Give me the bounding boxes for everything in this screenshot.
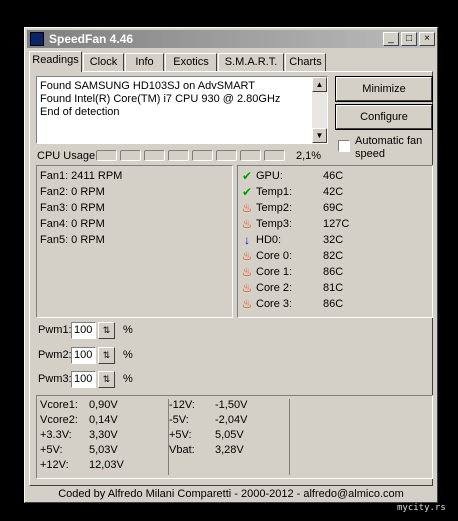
pwm-unit: % bbox=[123, 324, 133, 336]
cpu-core-meter bbox=[216, 150, 237, 161]
tab-clock[interactable]: Clock bbox=[83, 53, 124, 71]
fan-reading: Fan4: 0 RPM bbox=[40, 218, 105, 230]
automatic-fan-speed-checkbox[interactable] bbox=[338, 140, 350, 152]
temperature-value: 82C bbox=[323, 250, 344, 262]
detection-log[interactable]: Found SAMSUNG HD103SJ on AdvSMART Found … bbox=[36, 76, 328, 144]
cpu-core-meter bbox=[264, 150, 285, 161]
voltage-value: 3,28V bbox=[215, 444, 244, 456]
scroll-up-icon[interactable]: ▲ bbox=[312, 77, 327, 92]
window-title: SpeedFan 4.46 bbox=[49, 32, 134, 46]
cpu-core-meter bbox=[96, 150, 117, 161]
voltage-divider bbox=[289, 399, 290, 475]
cpu-core-meter bbox=[192, 150, 213, 161]
voltage-name: Vcore1: bbox=[40, 399, 78, 411]
flame-icon: ♨ bbox=[241, 297, 253, 311]
configure-button[interactable]: Configure bbox=[335, 104, 433, 130]
speedfan-window: SpeedFan 4.46 _ □ × Readings Clock Info … bbox=[24, 27, 438, 503]
voltage-value: 0,14V bbox=[89, 414, 118, 426]
cpu-usage-label: CPU Usage bbox=[37, 150, 96, 162]
temperature-name: Temp1: bbox=[256, 186, 293, 198]
close-window-button[interactable]: × bbox=[419, 32, 435, 46]
credits-status-bar: Coded by Alfredo Milani Comparetti - 200… bbox=[58, 488, 404, 500]
minimize-button[interactable]: Minimize bbox=[335, 76, 433, 102]
voltage-value: 3,30V bbox=[89, 429, 118, 441]
voltage-name: Vbat: bbox=[169, 444, 195, 456]
voltage-value: 5,03V bbox=[89, 444, 118, 456]
fan-reading: Fan2: 0 RPM bbox=[40, 186, 105, 198]
temperature-name: Temp2: bbox=[256, 202, 293, 214]
automatic-fan-speed-label: Automatic fan speed bbox=[355, 135, 423, 160]
maximize-window-button[interactable]: □ bbox=[401, 32, 417, 46]
temperature-value: 46C bbox=[323, 170, 344, 182]
flame-icon: ♨ bbox=[241, 281, 253, 295]
log-line: Found SAMSUNG HD103SJ on AdvSMART bbox=[40, 80, 255, 92]
temperature-value: 42C bbox=[323, 186, 344, 198]
flame-icon: ♨ bbox=[241, 217, 253, 231]
cpu-core-meter bbox=[120, 150, 141, 161]
temperature-name: HD0: bbox=[256, 234, 282, 246]
log-line: Found Intel(R) Core(TM) i7 CPU 930 @ 2.8… bbox=[40, 93, 281, 105]
temperature-name: Core 1: bbox=[256, 266, 293, 278]
pwm3-spinner[interactable]: ⇅ bbox=[98, 371, 115, 388]
temperature-value: 127C bbox=[323, 218, 350, 230]
pwm1-spinner[interactable]: ⇅ bbox=[98, 322, 115, 339]
log-line: End of detection bbox=[40, 106, 120, 118]
tab-exotics[interactable]: Exotics bbox=[165, 53, 217, 71]
temperature-name: Core 3: bbox=[256, 298, 293, 310]
temperature-value: 81C bbox=[323, 282, 344, 294]
pwm-label: Pwm1: bbox=[38, 324, 72, 336]
pwm2-input[interactable]: 100 bbox=[71, 347, 96, 364]
temperature-value: 86C bbox=[323, 266, 344, 278]
voltage-value: -1,50V bbox=[215, 399, 248, 411]
check-icon: ✔ bbox=[241, 169, 253, 183]
check-icon: ✔ bbox=[241, 185, 253, 199]
voltage-name: -12V: bbox=[169, 399, 195, 411]
cpu-core-meter bbox=[168, 150, 189, 161]
pwm-label: Pwm3: bbox=[38, 373, 72, 385]
voltage-name: +12V: bbox=[40, 459, 69, 471]
tab-smart[interactable]: S.M.A.R.T. bbox=[218, 53, 284, 71]
temperature-name: GPU: bbox=[256, 170, 283, 182]
tab-readings[interactable]: Readings bbox=[29, 51, 82, 72]
temperature-name: Temp3: bbox=[256, 218, 293, 230]
flame-icon: ♨ bbox=[241, 265, 253, 279]
fan-reading: Fan1: 2411 RPM bbox=[40, 170, 123, 182]
voltage-name: +5V: bbox=[40, 444, 63, 456]
pwm-unit: % bbox=[123, 349, 133, 361]
temperature-name: Core 2: bbox=[256, 282, 293, 294]
scroll-down-icon[interactable]: ▼ bbox=[312, 128, 327, 143]
tab-charts[interactable]: Charts bbox=[285, 53, 326, 71]
log-scrollbar[interactable]: ▲ ▼ bbox=[312, 77, 327, 143]
pwm1-input[interactable]: 100 bbox=[71, 322, 96, 339]
watermark: mycity.rs bbox=[397, 503, 446, 513]
voltage-name: Vcore2: bbox=[40, 414, 78, 426]
cpu-core-meter bbox=[144, 150, 165, 161]
fan-app-icon bbox=[30, 32, 44, 46]
temperature-name: Core 0: bbox=[256, 250, 293, 262]
fan-reading: Fan5: 0 RPM bbox=[40, 234, 105, 246]
title-bar[interactable]: SpeedFan 4.46 _ □ × bbox=[27, 30, 435, 48]
temperature-value: 69C bbox=[323, 202, 344, 214]
minimize-window-button[interactable]: _ bbox=[383, 32, 399, 46]
voltage-name: +3.3V: bbox=[40, 429, 72, 441]
pwm2-spinner[interactable]: ⇅ bbox=[98, 347, 115, 364]
fan-reading: Fan3: 0 RPM bbox=[40, 202, 105, 214]
temperature-value: 32C bbox=[323, 234, 344, 246]
tab-info[interactable]: Info bbox=[125, 53, 164, 71]
pwm-label: Pwm2: bbox=[38, 349, 72, 361]
cpu-usage-value: 2,1% bbox=[296, 150, 322, 162]
cpu-core-meter bbox=[240, 150, 261, 161]
voltage-value: 0,90V bbox=[89, 399, 118, 411]
flame-icon: ♨ bbox=[241, 249, 253, 263]
temperature-value: 86C bbox=[323, 298, 344, 310]
arrow-down-icon: ↓ bbox=[244, 233, 250, 247]
voltage-value: 12,03V bbox=[89, 459, 124, 471]
flame-icon: ♨ bbox=[241, 201, 253, 215]
voltage-value: 5,05V bbox=[215, 429, 244, 441]
voltage-value: -2,04V bbox=[215, 414, 248, 426]
voltage-name: -5V: bbox=[169, 414, 189, 426]
pwm-unit: % bbox=[123, 373, 133, 385]
voltage-name: +5V: bbox=[169, 429, 192, 441]
pwm3-input[interactable]: 100 bbox=[71, 371, 96, 388]
